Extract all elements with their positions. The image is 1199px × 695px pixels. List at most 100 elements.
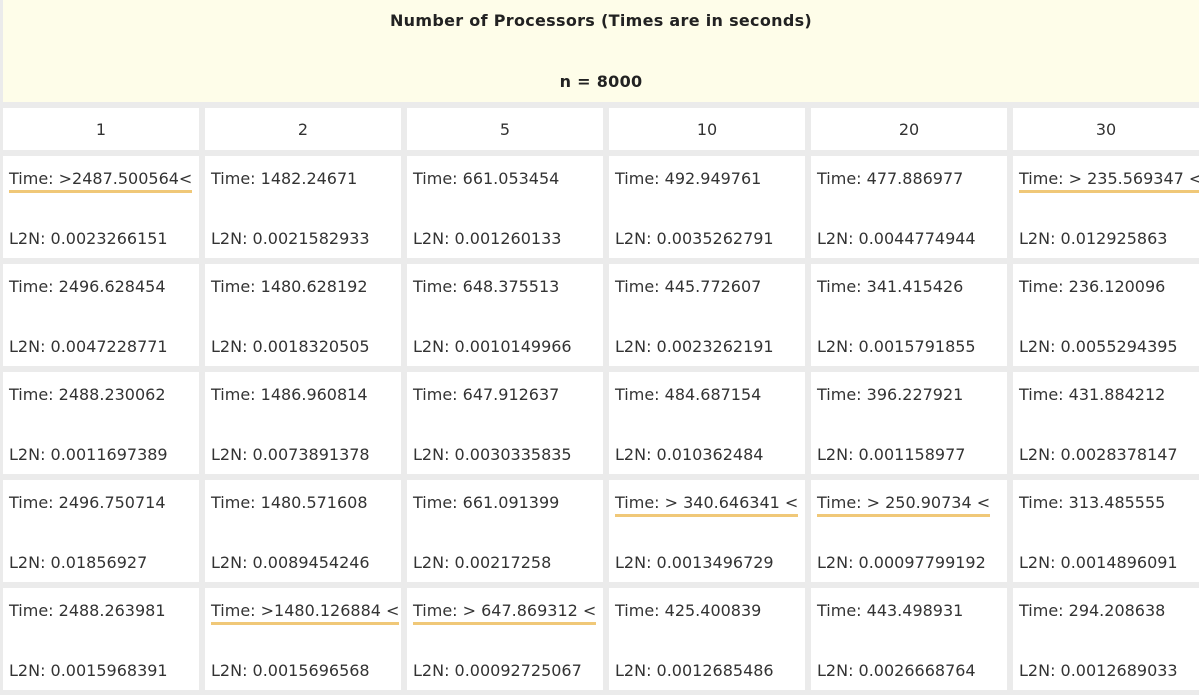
- table-cell: Time: 313.485555 L2N: 0.0014896091: [1013, 480, 1199, 582]
- table-cell: Time: 445.772607 L2N: 0.0023262191: [609, 264, 805, 366]
- table-cell: Time: 661.091399 L2N: 0.00217258: [407, 480, 603, 582]
- table-cell: Time: 341.415426 L2N: 0.0015791855: [811, 264, 1007, 366]
- time-value: Time: 431.884212: [1019, 385, 1166, 404]
- time-value: Time: 425.400839: [615, 601, 762, 620]
- time-value: Time: 294.208638: [1019, 601, 1166, 620]
- l2n-value: L2N: 0.0023262191: [615, 337, 774, 356]
- table-cell: Time: 661.053454 L2N: 0.001260133: [407, 156, 603, 258]
- time-value: Time: 396.227921: [817, 385, 964, 404]
- time-value: Time: 1480.571608: [211, 493, 368, 512]
- time-value: Time: 661.053454: [413, 169, 560, 188]
- problem-size-label: n = 8000: [559, 72, 643, 91]
- table-cell: Time: > 647.869312 < L2N: 0.00092725067: [407, 588, 603, 690]
- l2n-value: L2N: 0.0047228771: [9, 337, 168, 356]
- column-header-processors: 5: [407, 108, 603, 150]
- table-cell: Time: 2496.628454 L2N: 0.0047228771: [3, 264, 199, 366]
- table-cell: Time: 236.120096 L2N: 0.0055294395: [1013, 264, 1199, 366]
- l2n-value: L2N: 0.0015696568: [211, 661, 370, 680]
- time-value: Time: 648.375513: [413, 277, 560, 296]
- time-value: Time: 236.120096: [1019, 277, 1166, 296]
- table-cell: Time: 2488.230062 L2N: 0.0011697389: [3, 372, 199, 474]
- time-value: Time: 2496.628454: [9, 277, 166, 296]
- l2n-value: L2N: 0.012925863: [1019, 229, 1168, 248]
- table-cell: Time: > 250.90734 < L2N: 0.00097799192: [811, 480, 1007, 582]
- time-value: Time: 313.485555: [1019, 493, 1166, 512]
- time-value: Time: 1482.24671: [211, 169, 358, 188]
- time-value: Time: 1486.960814: [211, 385, 368, 404]
- time-value: Time: 484.687154: [615, 385, 762, 404]
- time-value: Time: 445.772607: [615, 277, 762, 296]
- table-cell: Time: 396.227921 L2N: 0.001158977: [811, 372, 1007, 474]
- l2n-value: L2N: 0.0030335835: [413, 445, 572, 464]
- l2n-value: L2N: 0.0018320505: [211, 337, 370, 356]
- l2n-value: L2N: 0.0013496729: [615, 553, 774, 572]
- column-header-processors: 2: [205, 108, 401, 150]
- table-header: Number of Processors (Times are in secon…: [3, 0, 1199, 102]
- column-header-processors: 10: [609, 108, 805, 150]
- time-value: Time: 492.949761: [615, 169, 762, 188]
- l2n-value: L2N: 0.00097799192: [817, 553, 986, 572]
- l2n-value: L2N: 0.001260133: [413, 229, 562, 248]
- table-cell: Time: 1486.960814 L2N: 0.0073891378: [205, 372, 401, 474]
- table-cell: Time: >1480.126884 < L2N: 0.0015696568: [205, 588, 401, 690]
- table-cell: Time: > 340.646341 < L2N: 0.0013496729: [609, 480, 805, 582]
- l2n-value: L2N: 0.0026668764: [817, 661, 976, 680]
- time-value-highlighted: Time: > 647.869312 <: [413, 601, 597, 625]
- time-value: Time: 647.912637: [413, 385, 560, 404]
- table-cell: Time: 647.912637 L2N: 0.0030335835: [407, 372, 603, 474]
- l2n-value: L2N: 0.010362484: [615, 445, 764, 464]
- time-value-highlighted: Time: > 235.569347 <: [1019, 169, 1199, 193]
- l2n-value: L2N: 0.0089454246: [211, 553, 370, 572]
- table-cell: Time: 443.498931 L2N: 0.0026668764: [811, 588, 1007, 690]
- l2n-value: L2N: 0.0021582933: [211, 229, 370, 248]
- l2n-value: L2N: 0.0035262791: [615, 229, 774, 248]
- l2n-value: L2N: 0.0015791855: [817, 337, 976, 356]
- l2n-value: L2N: 0.0028378147: [1019, 445, 1178, 464]
- table-cell: Time: 425.400839 L2N: 0.0012685486: [609, 588, 805, 690]
- l2n-value: L2N: 0.0023266151: [9, 229, 168, 248]
- column-header-processors: 1: [3, 108, 199, 150]
- column-header-processors: 20: [811, 108, 1007, 150]
- table-cell: Time: 648.375513 L2N: 0.0010149966: [407, 264, 603, 366]
- table-cell: Time: 2488.263981 L2N: 0.0015968391: [3, 588, 199, 690]
- time-value: Time: 443.498931: [817, 601, 964, 620]
- table-cell: Time: 1480.571608 L2N: 0.0089454246: [205, 480, 401, 582]
- table-cell: Time: > 235.569347 < L2N: 0.012925863: [1013, 156, 1199, 258]
- l2n-value: L2N: 0.0012685486: [615, 661, 774, 680]
- l2n-value: L2N: 0.001158977: [817, 445, 966, 464]
- table-title: Number of Processors (Times are in secon…: [389, 11, 813, 30]
- table-cell: Time: 477.886977 L2N: 0.0044774944: [811, 156, 1007, 258]
- table-cell: Time: 492.949761 L2N: 0.0035262791: [609, 156, 805, 258]
- l2n-value: L2N: 0.0012689033: [1019, 661, 1178, 680]
- column-header-processors: 30: [1013, 108, 1199, 150]
- l2n-value: L2N: 0.0073891378: [211, 445, 370, 464]
- time-value-highlighted: Time: > 250.90734 <: [817, 493, 991, 517]
- time-value-highlighted: Time: >1480.126884 <: [211, 601, 400, 625]
- table-cell: Time: 1480.628192 L2N: 0.0018320505: [205, 264, 401, 366]
- time-value: Time: 2488.263981: [9, 601, 166, 620]
- table-cell: Time: 484.687154 L2N: 0.010362484: [609, 372, 805, 474]
- l2n-value: L2N: 0.0014896091: [1019, 553, 1178, 572]
- l2n-value: L2N: 0.0010149966: [413, 337, 572, 356]
- time-value-highlighted: Time: > 340.646341 <: [615, 493, 799, 517]
- table-cell: Time: 431.884212 L2N: 0.0028378147: [1013, 372, 1199, 474]
- l2n-value: L2N: 0.00217258: [413, 553, 552, 572]
- table-cell: Time: >2487.500564< L2N: 0.0023266151: [3, 156, 199, 258]
- table-cell: Time: 1482.24671 L2N: 0.0021582933: [205, 156, 401, 258]
- l2n-value: L2N: 0.00092725067: [413, 661, 582, 680]
- results-table: 1 2 5 10 20 30 Time: >2487.500564< L2N: 0.00232…: [3, 108, 1199, 690]
- time-value: Time: 2496.750714: [9, 493, 166, 512]
- time-value: Time: 477.886977: [817, 169, 964, 188]
- l2n-value: L2N: 0.0015968391: [9, 661, 168, 680]
- l2n-value: L2N: 0.0055294395: [1019, 337, 1178, 356]
- table-cell: Time: 294.208638 L2N: 0.0012689033: [1013, 588, 1199, 690]
- table-cell: Time: 2496.750714 L2N: 0.01856927: [3, 480, 199, 582]
- time-value-highlighted: Time: >2487.500564<: [9, 169, 193, 193]
- l2n-value: L2N: 0.01856927: [9, 553, 148, 572]
- time-value: Time: 1480.628192: [211, 277, 368, 296]
- time-value: Time: 661.091399: [413, 493, 560, 512]
- results-page: Number of Processors (Times are in secon…: [0, 0, 1199, 695]
- time-value: Time: 341.415426: [817, 277, 964, 296]
- time-value: Time: 2488.230062: [9, 385, 166, 404]
- l2n-value: L2N: 0.0011697389: [9, 445, 168, 464]
